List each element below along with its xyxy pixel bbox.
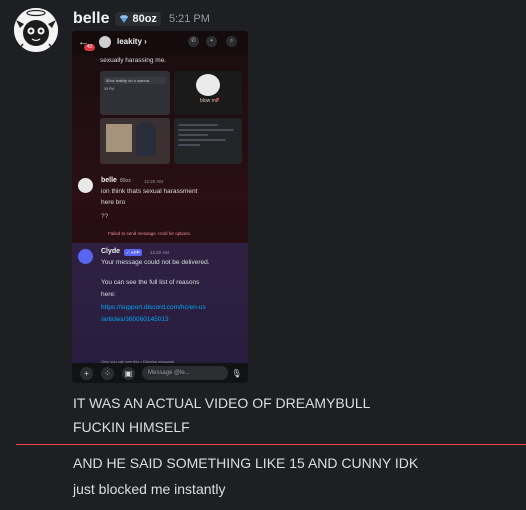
message-line: just blocked me instantly: [73, 481, 226, 497]
belle-small-time: 12:20 AM: [144, 179, 164, 184]
gift-icon: ▣: [122, 367, 135, 380]
belle-small-line: ??: [101, 213, 109, 220]
belle-small-avatar: [78, 178, 93, 193]
message-line: FUCKIN HIMSELF: [73, 419, 190, 435]
guild-tag[interactable]: 80oz: [115, 12, 161, 26]
apps-icon: ⁘: [101, 367, 114, 380]
message-line: AND HE SAID SOMETHING LIKE 15 AND CUNNY …: [73, 455, 419, 471]
attachment-body: sexually harassing me. 80oz leakity do u…: [72, 53, 248, 367]
video-frame: [106, 124, 132, 152]
video-icon: ▪: [206, 36, 217, 47]
attachment-input-bar: + ⁘ ▣ Message @le... 🎙: [72, 363, 248, 383]
new-messages-divider: [16, 444, 526, 445]
message-header: belle 80oz 5:21 PM: [73, 9, 210, 29]
clyde-avatar: [78, 249, 93, 264]
timestamp: 5:21 PM: [168, 13, 210, 25]
search-icon: ⌕: [226, 36, 237, 47]
heart-icon: ♥: [216, 97, 220, 103]
clyde-line: Your message could not be delivered.: [101, 259, 210, 266]
call-icon: ✆: [188, 36, 199, 47]
attachment-message-field: Message @le...: [142, 366, 228, 380]
clyde-line: here:: [101, 291, 116, 298]
dm-name: leakity ›: [117, 37, 147, 46]
video-figure: [136, 122, 156, 156]
thumbnail-chat: 80oz leakity do u wanna 05 PM: [100, 71, 170, 115]
app-badge: ✓ APP: [124, 249, 142, 256]
notification-badge: 40: [84, 44, 95, 51]
plus-icon: +: [80, 367, 93, 380]
gem-icon: [120, 15, 129, 23]
image-attachment[interactable]: ← 40 leakity › ✆ ▪ ⌕ sexually harassing …: [72, 31, 248, 383]
mic-icon: 🎙: [231, 369, 242, 378]
emote-face-icon: [196, 74, 220, 96]
clyde-time: 12:20 AM: [150, 250, 170, 255]
thumbnail-chat-text: 80oz leakity do u wanna: [104, 77, 166, 84]
support-link: https://support.discord.com/hc/en-us: [101, 304, 206, 311]
thumbnail-video: [100, 118, 170, 164]
thumbnail-chat-time: 05 PM: [104, 87, 115, 91]
clyde-line: You can see the full list of reasons: [101, 279, 200, 286]
avatar-image: [14, 8, 58, 52]
thumbnail-screenshot: [174, 118, 242, 164]
failed-message-notice: Failed to send message. Hold for options…: [108, 231, 192, 236]
belle-small-line: here bro: [101, 199, 126, 206]
attachment-topbar: ← 40 leakity › ✆ ▪ ⌕: [72, 31, 248, 53]
support-link: /articles/360060145013: [101, 316, 169, 323]
avatar[interactable]: [14, 8, 58, 52]
username[interactable]: belle: [73, 10, 109, 28]
message-line: IT WAS AN ACTUAL VIDEO OF DREAMYBULL: [73, 395, 371, 411]
thumbnail-emote: blow me ♥: [174, 71, 242, 115]
clyde-name: Clyde: [101, 248, 121, 255]
dm-avatar: [99, 36, 111, 48]
attachment-top-text: sexually harassing me.: [100, 57, 167, 64]
belle-small-name: belle: [101, 177, 117, 184]
belle-small-line: ion think thats sexual harassment: [101, 188, 198, 195]
guild-tag-label: 80oz: [132, 13, 157, 25]
belle-small-tag: 80oz: [120, 178, 131, 184]
